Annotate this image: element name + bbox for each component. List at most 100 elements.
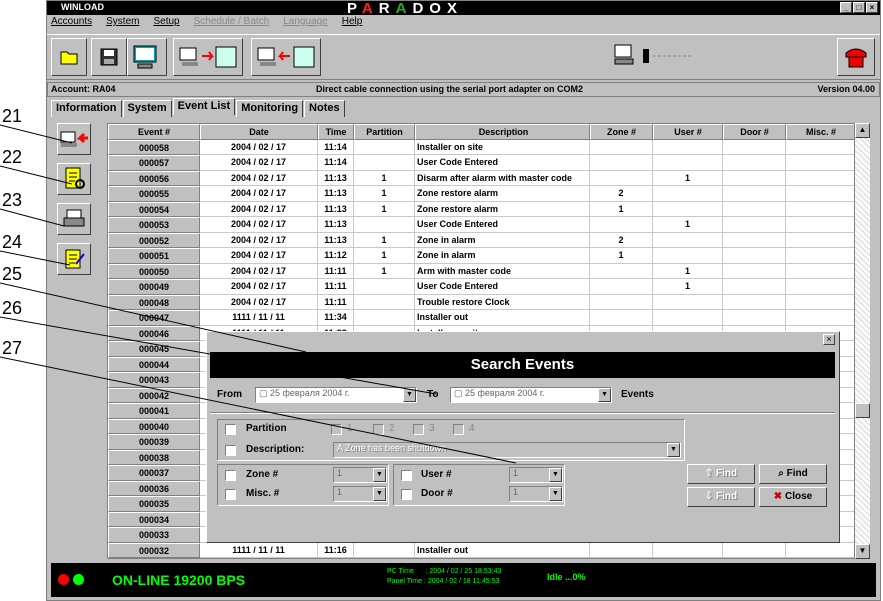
table-cell bbox=[786, 217, 854, 233]
user-select[interactable]: 1 ▼ bbox=[509, 467, 563, 483]
chevron-down-icon[interactable]: ▼ bbox=[667, 443, 680, 457]
chevron-down-icon[interactable]: ▼ bbox=[598, 388, 611, 402]
menu-help[interactable]: Help bbox=[342, 16, 363, 32]
column-header[interactable]: User # bbox=[653, 124, 723, 140]
print-button[interactable] bbox=[57, 203, 91, 235]
table-cell: 11:13 bbox=[318, 232, 354, 248]
zone-select[interactable]: 1 ▼ bbox=[333, 467, 387, 483]
search-events-button[interactable] bbox=[57, 163, 91, 195]
table-cell bbox=[786, 310, 854, 326]
partition-2-checkbox[interactable] bbox=[373, 424, 384, 435]
table-cell: 1 bbox=[354, 248, 415, 264]
table-row[interactable]: 000047 1111 / 11 / 11 11:34 Installer out bbox=[108, 310, 854, 326]
tab-system[interactable]: System bbox=[122, 100, 172, 117]
table-cell: User Code Entered bbox=[415, 155, 590, 171]
table-cell: 000038 bbox=[108, 449, 200, 465]
column-header[interactable]: Event # bbox=[108, 124, 200, 140]
chevron-down-icon[interactable]: ▼ bbox=[549, 487, 562, 501]
zone-label: Zone # bbox=[246, 469, 279, 480]
door-checkbox[interactable] bbox=[401, 489, 412, 500]
column-header[interactable]: Description bbox=[415, 124, 590, 140]
user-checkbox[interactable] bbox=[401, 470, 412, 481]
table-cell: 000043 bbox=[108, 372, 200, 388]
column-header[interactable]: Zone # bbox=[590, 124, 653, 140]
open-folder-button[interactable] bbox=[51, 38, 87, 76]
table-row[interactable]: 000055 2004 / 02 / 17 11:13 1 Zone restore a… bbox=[108, 186, 854, 202]
save-button[interactable] bbox=[91, 38, 127, 76]
chevron-down-icon[interactable]: ▼ bbox=[403, 388, 416, 402]
table-cell: 11:13 bbox=[318, 217, 354, 233]
receive-events-button[interactable] bbox=[57, 123, 91, 155]
menu-setup[interactable]: Setup bbox=[153, 16, 179, 32]
to-label: To bbox=[427, 389, 439, 400]
table-row[interactable]: 000054 2004 / 02 / 17 11:13 1 Zone restore a… bbox=[108, 201, 854, 217]
column-header[interactable]: Time bbox=[318, 124, 354, 140]
table-cell: Installer out bbox=[415, 310, 590, 326]
scroll-up-arrow[interactable]: ▲ bbox=[855, 123, 870, 138]
column-header[interactable]: Door # bbox=[723, 124, 786, 140]
table-row[interactable]: 000057 2004 / 02 / 17 11:14 User Code Enter… bbox=[108, 155, 854, 171]
dialog-close-icon[interactable]: × bbox=[823, 334, 835, 345]
misc-select[interactable]: 1 ▼ bbox=[333, 486, 387, 502]
zone-checkbox[interactable] bbox=[225, 470, 236, 481]
menu-language[interactable]: Language bbox=[283, 16, 328, 32]
tab-event-list[interactable]: Event List bbox=[172, 98, 236, 115]
table-row[interactable]: 000032 1111 / 11 / 11 11:16 Installer out bbox=[108, 542, 854, 558]
tab-monitoring[interactable]: Monitoring bbox=[236, 100, 304, 117]
door-select[interactable]: 1 ▼ bbox=[509, 486, 563, 502]
table-cell bbox=[653, 232, 723, 248]
table-row[interactable]: 000050 2004 / 02 / 17 11:11 1 Arm with maste… bbox=[108, 263, 854, 279]
partition-1-checkbox[interactable] bbox=[331, 424, 342, 435]
chevron-down-icon[interactable]: ▼ bbox=[373, 487, 386, 501]
chevron-down-icon[interactable]: ▼ bbox=[549, 468, 562, 482]
connect-button[interactable] bbox=[173, 38, 243, 76]
to-date-picker[interactable]: ▢ 25 февраля 2004 г. ▼ bbox=[450, 387, 612, 403]
search-events-dialog: × Search Events From ▢ 25 февраля 2004 г… bbox=[206, 331, 840, 543]
tab-information[interactable]: Information bbox=[51, 100, 122, 117]
phone-button[interactable] bbox=[837, 38, 875, 76]
find-button[interactable]: ⌕ Find bbox=[759, 464, 827, 484]
close-button[interactable]: × bbox=[866, 2, 878, 13]
minimize-button[interactable]: _ bbox=[840, 2, 852, 13]
table-cell: 2004 / 02 / 17 bbox=[200, 155, 318, 171]
table-row[interactable]: 000052 2004 / 02 / 17 11:13 1 Zone in alarm 2 bbox=[108, 232, 854, 248]
table-row[interactable]: 000048 2004 / 02 / 17 11:11 Trouble restore… bbox=[108, 294, 854, 310]
tab-notes[interactable]: Notes bbox=[304, 100, 345, 117]
dialog-close-button[interactable]: ✖ Close bbox=[759, 487, 827, 507]
misc-checkbox[interactable] bbox=[225, 489, 236, 500]
table-scrollbar[interactable]: ▲ ▼ bbox=[855, 123, 870, 559]
from-date-picker[interactable]: ▢ 25 февраля 2004 г. ▼ bbox=[255, 387, 417, 403]
table-row[interactable]: 000053 2004 / 02 / 17 11:13 User Code Enter… bbox=[108, 217, 854, 233]
table-row[interactable]: 000049 2004 / 02 / 17 11:11 User Code Enter… bbox=[108, 279, 854, 295]
column-header[interactable]: Partition bbox=[354, 124, 415, 140]
find-next-button[interactable]: ⇩ Find bbox=[687, 487, 755, 507]
menu-schedule[interactable]: Schedule / Batch bbox=[194, 16, 270, 32]
chevron-down-icon[interactable]: ▼ bbox=[373, 468, 386, 482]
find-previous-button[interactable]: ⇧ Find bbox=[687, 464, 755, 484]
scroll-down-arrow[interactable]: ▼ bbox=[855, 544, 870, 559]
partition-4-checkbox[interactable] bbox=[453, 424, 464, 435]
account-button[interactable] bbox=[127, 38, 167, 76]
partition-3-checkbox[interactable] bbox=[413, 424, 424, 435]
partition-checkbox[interactable] bbox=[225, 424, 236, 435]
table-cell bbox=[590, 310, 653, 326]
table-row[interactable]: 000051 2004 / 02 / 17 11:12 1 Zone in alarm 1 bbox=[108, 248, 854, 264]
edit-notes-button[interactable] bbox=[57, 243, 91, 275]
partition-3-label: 3 bbox=[429, 423, 435, 434]
description-select[interactable]: A Zone has been shutdown ▼ bbox=[333, 442, 681, 458]
table-row[interactable]: 000056 2004 / 02 / 17 11:13 1 Disarm after a… bbox=[108, 170, 854, 186]
column-header[interactable]: Misc. # bbox=[786, 124, 854, 140]
arrow-down-icon: ⇩ bbox=[704, 491, 714, 502]
description-checkbox[interactable] bbox=[225, 445, 236, 456]
receive-button[interactable] bbox=[251, 38, 321, 76]
table-row[interactable]: 000058 2004 / 02 / 17 11:14 Installer on si… bbox=[108, 139, 854, 155]
scroll-thumb[interactable] bbox=[855, 403, 870, 418]
table-cell bbox=[723, 155, 786, 171]
table-cell: Zone in alarm bbox=[415, 248, 590, 264]
column-header[interactable]: Date bbox=[200, 124, 318, 140]
menu-system[interactable]: System bbox=[106, 16, 139, 32]
table-cell: Installer out bbox=[415, 542, 590, 558]
menu-accounts[interactable]: Accounts bbox=[51, 16, 92, 32]
maximize-button[interactable]: □ bbox=[853, 2, 865, 13]
table-cell bbox=[354, 155, 415, 171]
